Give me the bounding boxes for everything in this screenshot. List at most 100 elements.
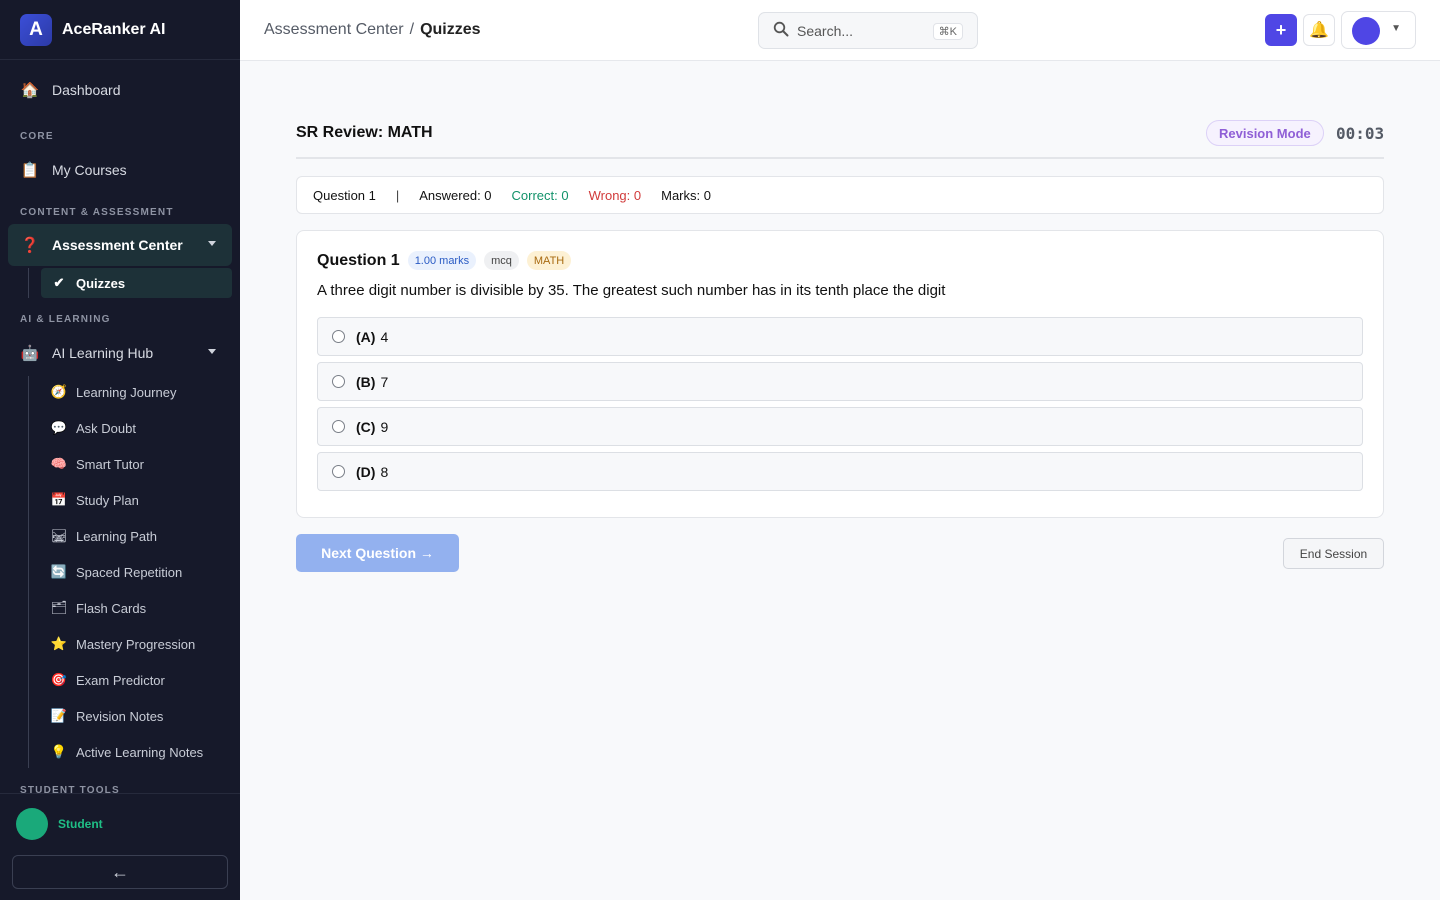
option-d[interactable]: (D) 8 [317, 452, 1363, 491]
nav-smart-tutor[interactable]: 🧠 Smart Tutor [41, 449, 232, 479]
radio-button[interactable] [332, 420, 345, 433]
option-value: 7 [380, 373, 389, 390]
nav-assessment-center-label: Assessment Center [52, 237, 183, 253]
marks-badge: 1.00 marks [407, 251, 477, 270]
sidebar-footer: Student ← [0, 793, 240, 900]
nav-quizzes[interactable]: ✔ Quizzes [41, 268, 232, 298]
divider [296, 157, 1384, 159]
radio-button[interactable] [332, 465, 345, 478]
nav-learning-journey[interactable]: 🧭 Learning Journey [41, 377, 232, 407]
target-icon: 🎯 [50, 672, 68, 687]
nav-item-label: Learning Journey [76, 384, 177, 400]
tree-line [28, 268, 29, 298]
nav-active-learning-notes[interactable]: 💡 Active Learning Notes [41, 737, 232, 767]
mode-badge: Revision Mode [1206, 120, 1324, 146]
stats-bar: Question 1 | Answered: 0 Correct: 0 Wron… [296, 176, 1384, 214]
nav-item-label: Smart Tutor [76, 456, 144, 472]
option-value: 9 [380, 418, 389, 435]
page-title: SR Review: MATH [296, 124, 433, 141]
stat-answered: Answered: 0 [419, 187, 492, 203]
search-icon [773, 21, 789, 41]
user-role-label: Student [58, 817, 103, 831]
avatar [1352, 17, 1380, 45]
clipboard-icon: 📋 [20, 162, 40, 179]
railway-track-icon: 🛤 [50, 528, 68, 543]
end-session-button[interactable]: End Session [1283, 538, 1384, 569]
collapse-sidebar-button[interactable]: ← [12, 855, 228, 889]
nav-dashboard[interactable]: 🏠 Dashboard [8, 69, 232, 111]
chevron-down-icon [208, 241, 216, 246]
nav-item-label: Ask Doubt [76, 420, 136, 436]
nav-ask-doubt[interactable]: 💬 Ask Doubt [41, 413, 232, 443]
nav-spaced-repetition[interactable]: 🔄 Spaced Repetition [41, 557, 232, 587]
subject-badge: MATH [526, 251, 572, 270]
home-icon: 🏠 [20, 82, 40, 99]
plus-icon: + [1275, 19, 1287, 40]
nav-mastery-progression[interactable]: ⭐ Mastery Progression [41, 629, 232, 659]
nav-my-courses-label: My Courses [52, 162, 127, 178]
nav-item-label: Study Plan [76, 492, 139, 508]
app-logo-icon: A [20, 13, 52, 46]
breadcrumb: Assessment Center / Quizzes [264, 21, 481, 39]
next-question-button[interactable]: Next Question → [296, 534, 459, 572]
sidebar: A AceRanker AI 🏠 Dashboard CORE 📋 My Cou… [0, 0, 240, 900]
nav-exam-predictor[interactable]: 🎯 Exam Predictor [41, 665, 232, 695]
nav-flash-cards[interactable]: 🗂 Flash Cards [41, 593, 232, 623]
nav-item-label: Active Learning Notes [76, 744, 204, 760]
section-core: CORE [20, 131, 54, 142]
nav-quizzes-label: Quizzes [76, 275, 126, 291]
lightbulb-icon: 💡 [50, 744, 68, 759]
section-content-assessment: CONTENT & ASSESSMENT [20, 207, 174, 218]
search-placeholder: Search... [797, 22, 854, 39]
search-input[interactable]: Search... ⌘K [758, 12, 978, 49]
card-index-icon: 🗂 [50, 600, 68, 615]
search-shortcut: ⌘K [932, 23, 963, 40]
option-b[interactable]: (B) 7 [317, 362, 1363, 401]
nav-item-label: Spaced Repetition [76, 564, 183, 580]
option-label: (A) [356, 328, 376, 345]
stat-marks: Marks: 0 [661, 187, 711, 203]
nav-dashboard-label: Dashboard [52, 82, 121, 98]
arrow-left-icon: ← [111, 861, 129, 882]
bell-icon: 🔔 [1309, 22, 1329, 39]
question-icon: ❓ [20, 237, 40, 254]
nav-my-courses[interactable]: 📋 My Courses [8, 149, 232, 191]
stat-wrong: Wrong: 0 [588, 187, 642, 203]
nav-learning-path[interactable]: 🛤 Learning Path [41, 521, 232, 551]
avatar[interactable] [16, 808, 48, 840]
type-badge: mcq [484, 251, 519, 270]
option-c[interactable]: (C) 9 [317, 407, 1363, 446]
notifications-button[interactable]: 🔔 [1303, 14, 1335, 46]
brand[interactable]: A AceRanker AI [0, 0, 240, 60]
radio-button[interactable] [332, 375, 345, 388]
option-label: (D) [356, 463, 376, 480]
question-number: Question 1 [317, 251, 400, 269]
robot-icon: 🤖 [20, 345, 40, 362]
calendar-icon: 📅 [50, 492, 68, 507]
question-header: Question 1 1.00 marks mcq MATH [317, 251, 579, 270]
speech-bubble-icon: 💬 [50, 420, 68, 435]
topbar: Assessment Center / Quizzes Search... ⌘K +… [240, 0, 1440, 61]
question-text: A three digit number is divisible by 35.… [317, 282, 946, 299]
user-menu-button[interactable]: ▼ [1341, 11, 1416, 49]
nav-item-label: Mastery Progression [76, 636, 196, 652]
add-button[interactable]: + [1265, 14, 1297, 46]
option-value: 4 [380, 328, 389, 345]
app-name: AceRanker AI [62, 20, 166, 38]
stat-question: Question 1 [313, 187, 376, 203]
check-icon: ✔ [53, 275, 65, 290]
nav-study-plan[interactable]: 📅 Study Plan [41, 485, 232, 515]
nav-revision-notes[interactable]: 📝 Revision Notes [41, 701, 232, 731]
chevron-down-icon: ▼ [1391, 23, 1401, 34]
radio-button[interactable] [332, 330, 345, 343]
option-a[interactable]: (A) 4 [317, 317, 1363, 356]
nav-assessment-center[interactable]: ❓ Assessment Center [8, 224, 232, 266]
session-timer: 00:03 [1336, 124, 1385, 143]
stat-correct: Correct: 0 [511, 187, 569, 203]
nav-ai-learning-hub[interactable]: 🤖 AI Learning Hub [8, 332, 232, 374]
tree-line [28, 376, 29, 768]
nav-item-label: Flash Cards [76, 600, 147, 616]
breadcrumb-parent[interactable]: Assessment Center [264, 21, 404, 38]
nav-item-label: Exam Predictor [76, 672, 165, 688]
nav-item-label: Revision Notes [76, 708, 164, 724]
